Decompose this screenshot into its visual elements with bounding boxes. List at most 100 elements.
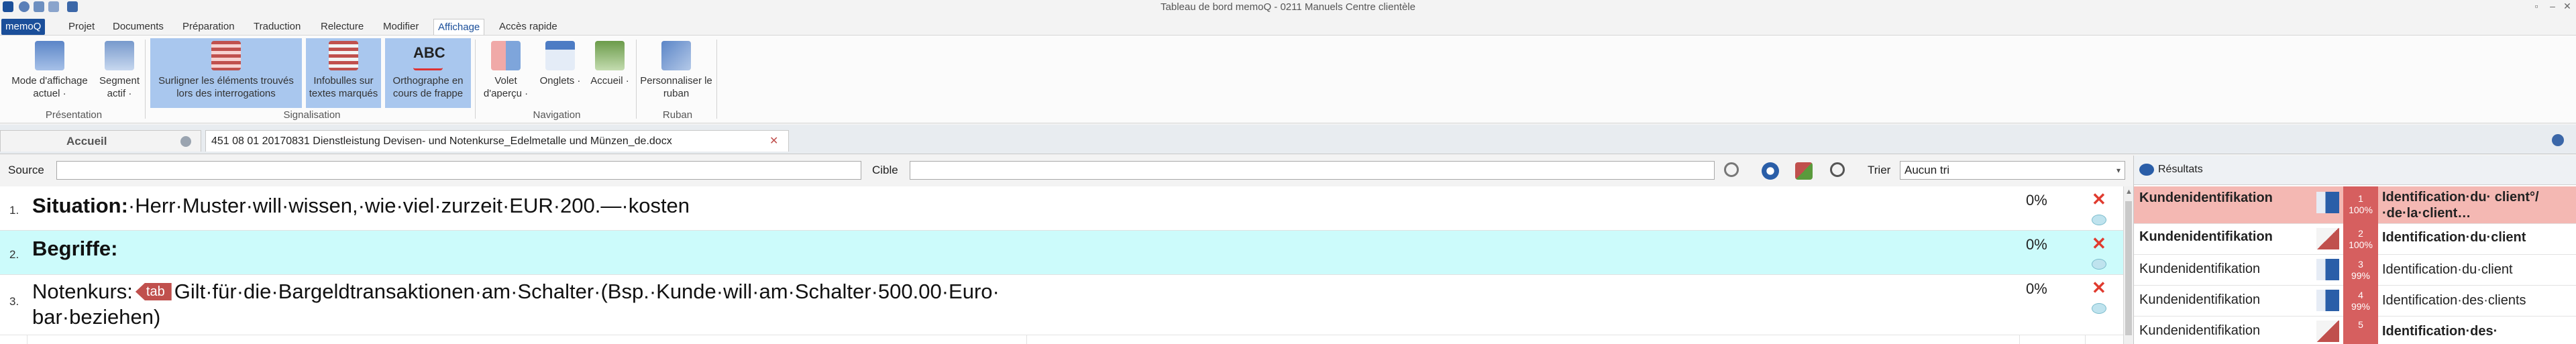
add-filter-icon[interactable]: [1795, 162, 1813, 180]
tab-accueil-label: Accueil: [66, 135, 107, 148]
sort-select[interactable]: Aucun tri ▾: [1900, 161, 2125, 180]
result-target: Identification·du· client°/·de·la·client…: [2382, 190, 2539, 221]
tm-icon: [2316, 192, 2339, 213]
grid-scrollbar[interactable]: ▲: [2123, 186, 2133, 344]
tab-document-label: 451 08 01 20170831 Dienstleistung Devise…: [211, 135, 672, 147]
home-button[interactable]: Accueil ·: [588, 38, 632, 108]
tab-affichage[interactable]: Affichage: [433, 19, 485, 35]
highlight-icon: [211, 41, 241, 70]
target-filter-input[interactable]: [910, 161, 1715, 180]
match-percent: 0%: [2026, 192, 2047, 209]
display-mode-icon: [35, 41, 64, 70]
search-icon[interactable]: [1724, 162, 1739, 177]
active-segment-button[interactable]: Segment actif ·: [98, 38, 141, 108]
segment-source[interactable]: Notenkurs: tab Gilt·für·die·Bargeldtransak…: [32, 279, 1000, 330]
spellcheck-button[interactable]: ABC Orthographe en cours de frappe: [385, 38, 471, 108]
tab-tag[interactable]: tab: [135, 283, 172, 300]
segment-row-3[interactable]: 3. Notenkurs: tab Gilt·für·die·Bargeldtran…: [0, 275, 2123, 335]
error-x-icon[interactable]: ✕: [2092, 189, 2106, 210]
result-row[interactable]: Kundenidentifikation 2 100% Identificatio…: [2134, 224, 2576, 255]
comment-icon[interactable]: [2092, 259, 2106, 270]
result-row[interactable]: Kundenidentifikation 5 Identification·de…: [2134, 317, 2576, 344]
group-separator: [636, 40, 637, 119]
preview-pane-label: Volet d'aperçu ·: [483, 75, 529, 99]
comment-icon[interactable]: [2092, 215, 2106, 225]
close-icon[interactable]: ✕: [2561, 1, 2573, 12]
gear-icon[interactable]: [1762, 162, 1779, 180]
zoom-icon[interactable]: [1830, 162, 1845, 177]
segment-source[interactable]: Begriffe:: [32, 236, 117, 262]
result-target: Identification·du·client: [2382, 230, 2526, 245]
restore-icon[interactable]: ▫: [2530, 1, 2542, 11]
segment-source[interactable]: Situation:·Herr·Muster·will·wissen,·wie·…: [32, 193, 690, 219]
segment-row-1[interactable]: 1. Situation:·Herr·Muster·will·wissen,·w…: [0, 186, 2123, 231]
group-separator: [145, 40, 146, 119]
tab-documents[interactable]: Documents: [109, 19, 168, 35]
tab-traduction[interactable]: Traduction: [250, 19, 305, 35]
customize-ribbon-button[interactable]: Personnaliser le ruban: [640, 38, 712, 108]
tab-modifier[interactable]: Modifier: [379, 19, 423, 35]
tooltip-icon: [329, 41, 358, 70]
tab-relecture[interactable]: Relecture: [317, 19, 368, 35]
termbase-icon: [2316, 228, 2339, 249]
error-x-icon[interactable]: ✕: [2092, 278, 2106, 298]
highlight-hits-button[interactable]: Surligner les éléments trouvés lors des …: [150, 38, 302, 108]
match-badge: 3 99%: [2343, 255, 2378, 286]
segment-number: 1.: [9, 204, 19, 217]
group-ruban: Ruban: [662, 109, 693, 121]
comment-icon[interactable]: [2092, 303, 2106, 314]
scrollbar-thumb[interactable]: [2125, 201, 2132, 335]
segment-text: Gilt·für·die·Bargeldtransaktionen·am·Sch…: [174, 280, 1000, 303]
result-source: Kundenidentifikation: [2139, 229, 2273, 244]
match-rank: 4: [2358, 290, 2363, 300]
match-rate: 99%: [2351, 301, 2371, 312]
abc-spellcheck-icon: ABC: [413, 41, 445, 70]
tm-icon: [2316, 290, 2339, 311]
tab-close-icon[interactable]: ✕: [769, 131, 778, 152]
match-badge: 4 99%: [2343, 286, 2378, 317]
group-separator: [716, 40, 717, 119]
source-filter-input[interactable]: [56, 161, 861, 180]
source-filter-label: Source: [8, 164, 44, 176]
segment-row-2[interactable]: 2. Begriffe: 0% ✕: [0, 231, 2123, 275]
filter-bar: Source Cible Trier Aucun tri ▾: [0, 156, 2133, 185]
match-badge: 1 100%: [2343, 186, 2378, 224]
result-source: Kundenidentifikation: [2139, 323, 2261, 338]
preview-pane-button[interactable]: Volet d'aperçu ·: [479, 38, 533, 108]
match-percent: 0%: [2026, 280, 2047, 297]
tab-projet[interactable]: Projet: [64, 19, 99, 35]
tabs-label: Onglets ·: [539, 75, 581, 87]
tooltips-button[interactable]: Infobulles sur textes marqués: [306, 38, 381, 108]
tab-document[interactable]: 451 08 01 20170831 Dienstleistung Devise…: [205, 130, 789, 152]
match-rank: 1: [2358, 193, 2363, 204]
display-mode-label: Mode d'affichage actuel ·: [11, 75, 88, 99]
tab-preparation[interactable]: Préparation: [178, 19, 239, 35]
result-source: Kundenidentifikation: [2139, 262, 2261, 276]
tm-icon: [2316, 259, 2339, 280]
result-row[interactable]: Kundenidentifikation 1 100% Identificatio…: [2134, 186, 2576, 224]
result-source: Kundenidentifikation: [2139, 292, 2261, 307]
tabs-button[interactable]: Onglets ·: [535, 38, 585, 108]
chevron-down-icon: ▾: [2116, 166, 2121, 175]
scroll-up-icon[interactable]: ▲: [2125, 188, 2133, 196]
minimize-icon[interactable]: –: [2546, 1, 2559, 11]
display-mode-button[interactable]: Mode d'affichage actuel ·: [4, 38, 95, 108]
tab-close-icon[interactable]: [180, 136, 191, 147]
group-navigation: Navigation: [533, 109, 581, 121]
preview-pane-icon: [491, 41, 521, 70]
spellcheck-label: Orthographe en cours de frappe: [392, 75, 464, 99]
translation-grid: 1. Situation:·Herr·Muster·will·wissen,·w…: [0, 186, 2133, 344]
tooltips-label: Infobulles sur textes marqués: [309, 75, 378, 99]
segment-label: Situation:: [32, 194, 128, 217]
window-title: Tableau de bord memoQ - 0211 Manuels Cen…: [1161, 1, 1415, 13]
result-row[interactable]: Kundenidentifikation 3 99% Identification…: [2134, 255, 2576, 286]
result-row[interactable]: Kundenidentifikation 4 99% Identification…: [2134, 286, 2576, 317]
match-rank: 5: [2358, 319, 2363, 330]
active-segment-label: Segment actif ·: [99, 75, 140, 99]
help-icon[interactable]: [2552, 134, 2564, 146]
app-menu-button[interactable]: memoQ: [1, 19, 46, 35]
tab-acces-rapide[interactable]: Accès rapide: [495, 19, 561, 35]
result-target: Identification·des·: [2382, 324, 2498, 339]
tab-accueil[interactable]: Accueil: [0, 130, 201, 152]
error-x-icon[interactable]: ✕: [2092, 233, 2106, 254]
